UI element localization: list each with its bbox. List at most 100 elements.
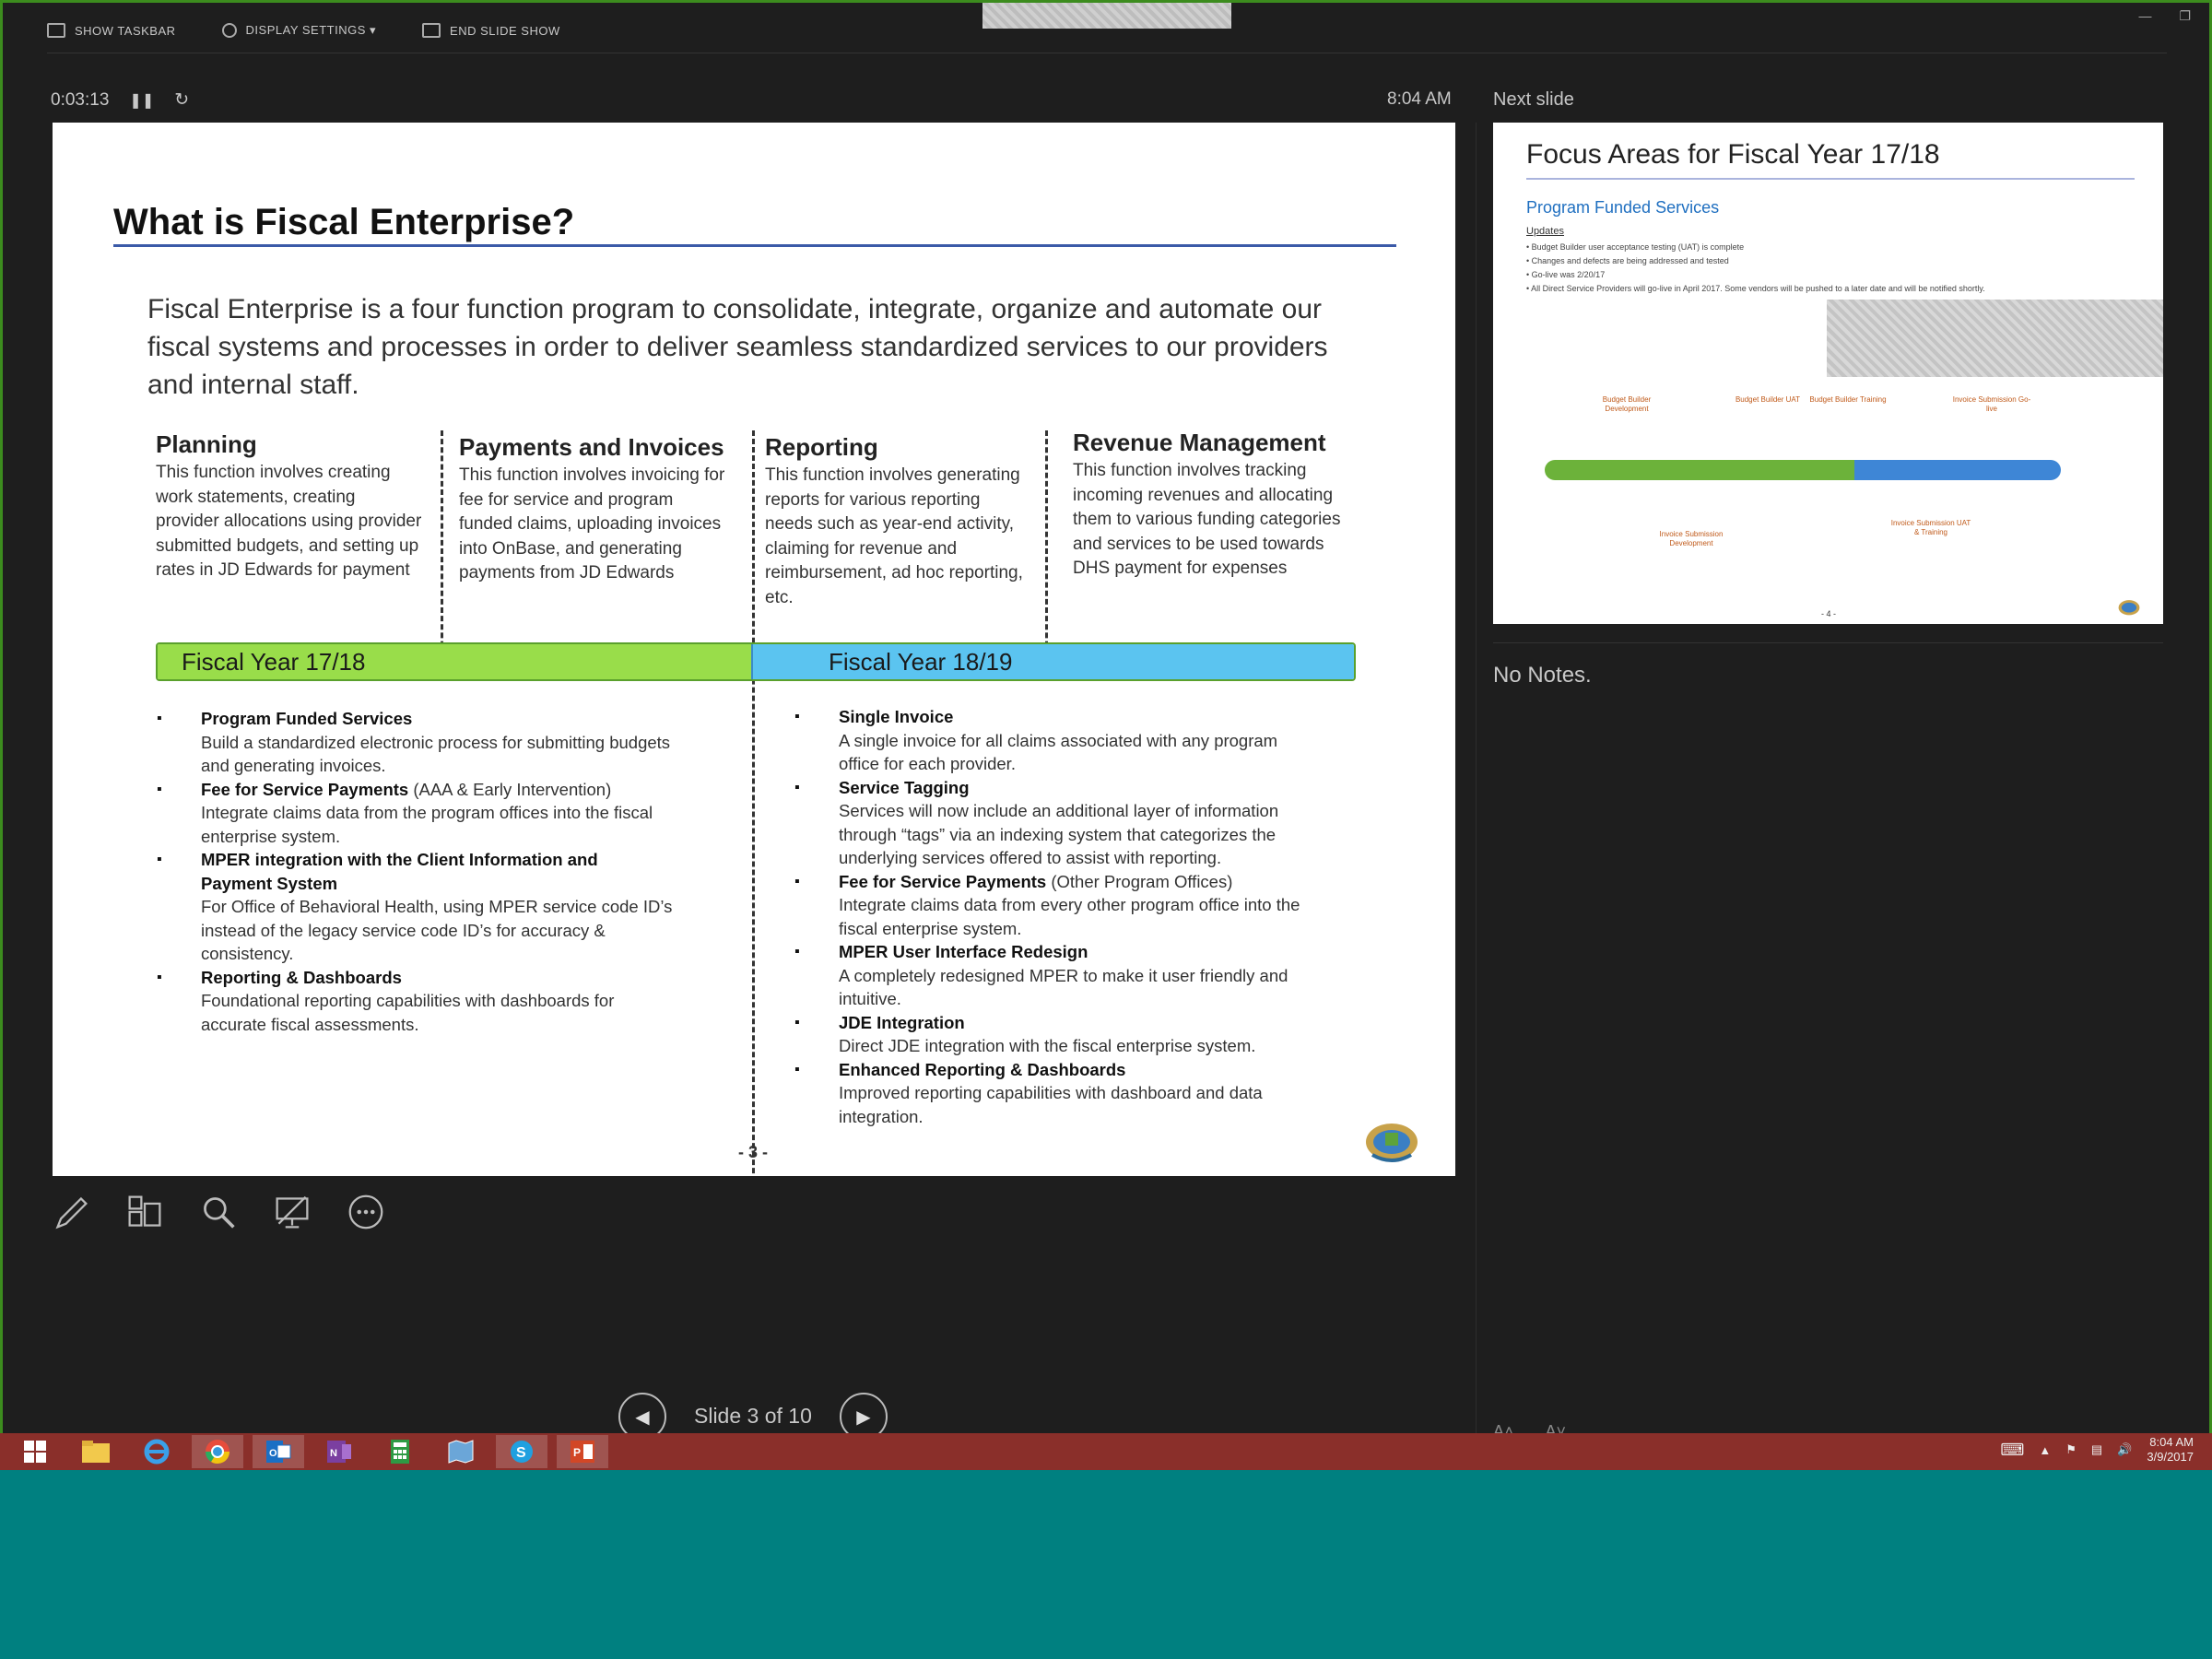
- system-tray: ⌨ ▲ ⚑ ▤ 🔊 8:04 AM 3/9/2017: [2000, 1435, 2194, 1465]
- column-heading: Revenue Management: [1073, 429, 1326, 456]
- window-drag-handle[interactable]: [982, 3, 1231, 29]
- svg-text:P: P: [573, 1446, 581, 1459]
- timeline-bar: [1545, 460, 2061, 480]
- current-slide[interactable]: What is Fiscal Enterprise? Fiscal Enterp…: [53, 123, 1455, 1176]
- column-heading: Payments and Invoices: [459, 433, 724, 461]
- bullet-item: Program Funded Services Build a standardi…: [157, 707, 673, 778]
- bullet-description: A completely redesigned MPER to make it …: [839, 965, 1288, 1009]
- bullet-description: Services will now include an additional …: [839, 801, 1279, 867]
- bullet-description: Integrate claims data from every other p…: [839, 895, 1300, 938]
- internet-explorer-icon: [144, 1439, 170, 1465]
- next-title-underline: [1526, 178, 2135, 180]
- black-screen-button[interactable]: [274, 1192, 311, 1232]
- column-text: This function involves invoicing for fee…: [459, 465, 725, 582]
- next-slide-title: Focus Areas for Fiscal Year 17/18: [1526, 139, 1940, 170]
- timer: 0:03:13 ❚❚ ↻: [51, 89, 189, 111]
- folder-icon: [82, 1441, 110, 1463]
- start-button[interactable]: [9, 1435, 61, 1468]
- zoom-button[interactable]: [200, 1192, 237, 1232]
- minimize-icon[interactable]: —: [2138, 8, 2151, 24]
- slide-intro: Fiscal Enterprise is a four function pro…: [147, 294, 1328, 400]
- presenter-view: SHOW TASKBAR DISPLAY SETTINGS ▾ END SLID…: [0, 0, 2212, 1442]
- bullet-item: JDE Integration Direct JDE integration wi…: [794, 1011, 1320, 1058]
- keyboard-icon[interactable]: ⌨: [2000, 1441, 2024, 1460]
- fy1718-bullets: Program Funded Services Build a standardi…: [157, 707, 673, 1036]
- pause-icon[interactable]: ❚❚: [129, 91, 154, 110]
- speaker-notes[interactable]: No Notes.: [1493, 663, 1592, 688]
- bullet-item: Enhanced Reporting & Dashboards Improved …: [794, 1058, 1320, 1129]
- display-settings-button[interactable]: DISPLAY SETTINGS ▾: [221, 23, 376, 38]
- pane-divider[interactable]: [1476, 123, 1477, 1436]
- end-slide-show-label: END SLIDE SHOW: [450, 23, 560, 38]
- updates-label: Updates: [1526, 226, 1564, 237]
- powerpoint-button[interactable]: P: [557, 1435, 608, 1468]
- next-slide-label: Next slide: [1493, 89, 1574, 110]
- end-slide-show-button[interactable]: END SLIDE SHOW: [422, 23, 560, 38]
- bullet-description: Improved reporting capabilities with das…: [839, 1083, 1263, 1126]
- bullet-title: Fee for Service Payments: [201, 779, 409, 799]
- restore-icon[interactable]: ❐: [2179, 8, 2191, 24]
- update-item: Go-live was 2/20/17: [1526, 268, 1985, 282]
- column-revenue: Revenue Management This function involve…: [1073, 429, 1359, 582]
- column-divider: [1045, 430, 1048, 672]
- notes-divider: [1493, 642, 2163, 643]
- update-item: Budget Builder user acceptance testing (…: [1526, 241, 1985, 254]
- outlook-button[interactable]: O: [253, 1435, 304, 1468]
- network-icon[interactable]: ▤: [2091, 1442, 2102, 1457]
- bullet-item: Fee for Service Payments (AAA & Early In…: [157, 778, 673, 849]
- column-divider: [441, 430, 443, 672]
- bullet-description: Integrate claims data from the program o…: [201, 803, 653, 846]
- calculator-button[interactable]: [374, 1435, 426, 1468]
- bullet-item: MPER integration with the Client Informa…: [157, 848, 673, 966]
- see-all-slides-button[interactable]: [126, 1192, 163, 1232]
- clock: 8:04 AM: [1387, 89, 1452, 109]
- bullet-title: MPER integration with the Client Informa…: [201, 850, 598, 893]
- timeline-label: Budget Builder UAT: [1735, 395, 1801, 404]
- updates-list: Budget Builder user acceptance testing (…: [1526, 241, 1985, 296]
- bullet-title: Single Invoice: [839, 707, 954, 726]
- bullet-description: Foundational reporting capabilities with…: [201, 991, 615, 1034]
- pen-tool-button[interactable]: [53, 1192, 89, 1232]
- chrome-icon: [205, 1440, 230, 1465]
- fiscal-year-divider: [752, 430, 755, 1176]
- taskbar-icon: [47, 23, 65, 38]
- column-planning: Planning This function involves creating…: [156, 430, 423, 583]
- outlook-icon: O: [266, 1441, 291, 1463]
- display-settings-icon: [221, 23, 237, 38]
- bullet-description: For Office of Behavioral Health, using M…: [201, 897, 673, 963]
- chrome-button[interactable]: [192, 1435, 243, 1468]
- slide-page-number: - 3 -: [738, 1143, 769, 1161]
- slide-title: What is Fiscal Enterprise?: [113, 202, 575, 242]
- tray-clock[interactable]: 8:04 AM 3/9/2017: [2147, 1435, 2194, 1465]
- bullet-item: MPER User Interface Redesign A completely…: [794, 940, 1320, 1011]
- column-payments: Payments and Invoices This function invo…: [459, 433, 726, 586]
- reset-icon[interactable]: ↻: [174, 89, 189, 111]
- fiscal-year-1819: Fiscal Year 18/19: [751, 644, 1354, 679]
- update-item: All Direct Service Providers will go-liv…: [1526, 282, 1985, 296]
- volume-icon[interactable]: 🔊: [2117, 1442, 2132, 1457]
- column-heading: Reporting: [765, 433, 878, 461]
- onenote-button[interactable]: N: [313, 1435, 365, 1468]
- column-heading: Planning: [156, 430, 257, 458]
- bullet-description: Build a standardized electronic process …: [201, 732, 671, 776]
- file-explorer-button[interactable]: [70, 1435, 122, 1468]
- county-seal-logo: [1366, 1124, 1418, 1162]
- bullet-title: JDE Integration: [839, 1012, 965, 1032]
- more-options-button[interactable]: [347, 1192, 384, 1232]
- column-text: This function involves generating report…: [765, 465, 1023, 607]
- calculator-icon: [391, 1440, 409, 1464]
- skype-icon: S: [511, 1441, 533, 1463]
- map-app-button[interactable]: [435, 1435, 487, 1468]
- internet-explorer-button[interactable]: [131, 1435, 182, 1468]
- flag-icon[interactable]: ⚑: [2065, 1442, 2077, 1457]
- show-taskbar-button[interactable]: SHOW TASKBAR: [47, 23, 176, 38]
- svg-text:O: O: [269, 1448, 277, 1459]
- onenote-icon: N: [327, 1441, 351, 1463]
- slide-counter[interactable]: Slide 3 of 10: [694, 1404, 812, 1429]
- chevron-up-icon[interactable]: ▲: [2039, 1443, 2051, 1457]
- arrow-left-icon: ◀: [635, 1406, 650, 1428]
- powerpoint-icon: P: [571, 1441, 594, 1463]
- next-slide-preview[interactable]: Focus Areas for Fiscal Year 17/18 Progra…: [1493, 123, 2163, 624]
- slide-tools: [53, 1192, 384, 1232]
- skype-button[interactable]: S: [496, 1435, 547, 1468]
